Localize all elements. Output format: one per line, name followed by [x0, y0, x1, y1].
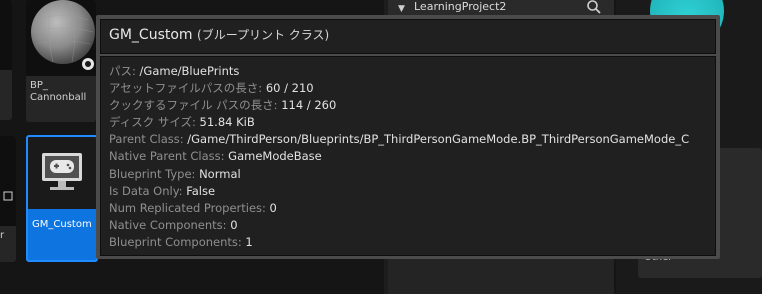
property-value: 0	[269, 200, 277, 215]
property-value: /Game/ThirdPerson/Blueprints/BP_ThirdPer…	[187, 132, 690, 147]
asset-tile-partial-2[interactable]	[0, 136, 16, 262]
asset-tile-label: BP_ Cannonball	[30, 80, 87, 103]
project-name: LearningProject2	[414, 0, 507, 13]
property-key: Parent Class:	[109, 132, 184, 147]
asset-tile-partial-label: r	[0, 230, 5, 241]
asset-tooltip: GM_Custom (ブループリント クラス) パス: /Game/BluePr…	[96, 15, 720, 259]
property-value: 1	[245, 234, 253, 249]
tooltip-row-asset-path-length: アセットファイルパスの長さ: 60 / 210	[109, 80, 689, 97]
tooltip-body: パス: /Game/BluePrints アセットファイルパスの長さ: 60 /…	[100, 56, 716, 256]
tooltip-row-blueprint-components: Blueprint Components: 1	[109, 234, 689, 251]
tooltip-row-native-components: Native Components: 0	[109, 217, 689, 234]
tooltip-row-parent-class: Parent Class: /Game/ThirdPerson/Blueprin…	[109, 131, 689, 148]
property-key: ディスク サイズ:	[109, 115, 196, 130]
tooltip-row-is-data-only: Is Data Only: False	[109, 183, 689, 200]
chevron-down-icon[interactable]: ▼	[398, 2, 405, 16]
tooltip-row-replicated-properties: Num Replicated Properties: 0	[109, 200, 689, 217]
property-value: GameModeBase	[228, 149, 322, 164]
gamemode-thumbnail-icon	[42, 153, 82, 190]
tooltip-title: GM_Custom (ブループリント クラス)	[109, 27, 329, 44]
search-icon[interactable]	[586, 0, 602, 15]
property-key: クックするファイル パスの長さ:	[109, 98, 278, 113]
property-value: 51.84 KiB	[199, 115, 255, 130]
property-key: アセットファイルパスの長さ:	[109, 81, 263, 96]
asset-tile-bp-cannonball[interactable]: BP_ Cannonball	[26, 0, 96, 122]
asset-tile-partial[interactable]	[0, 0, 12, 120]
property-key: Blueprint Type:	[109, 166, 196, 181]
property-key: Blueprint Components:	[109, 234, 242, 249]
tooltip-row-cook-path-length: クックするファイル パスの長さ: 114 / 260	[109, 97, 689, 114]
cube-icon	[3, 191, 13, 201]
tooltip-title-box: GM_Custom (ブループリント クラス)	[100, 19, 716, 54]
property-key: Is Data Only:	[109, 183, 183, 198]
property-key: Native Parent Class:	[109, 149, 225, 164]
property-value: Normal	[199, 166, 241, 181]
tooltip-row-native-parent-class: Native Parent Class: GameModeBase	[109, 148, 689, 165]
tooltip-property-list: パス: /Game/BluePrints アセットファイルパスの長さ: 60 /…	[109, 63, 689, 251]
tooltip-row-disk-size: ディスク サイズ: 51.84 KiB	[109, 114, 689, 131]
sphere-thumbnail-icon	[31, 0, 95, 70]
property-key: パス:	[109, 64, 136, 78]
property-key: Num Replicated Properties:	[109, 200, 266, 215]
property-key: Native Components:	[109, 217, 227, 232]
property-value: 114 / 260	[281, 98, 337, 113]
property-value: 60 / 210	[265, 81, 314, 96]
tooltip-row-blueprint-type: Blueprint Type: Normal	[109, 166, 689, 183]
asset-tile-label: GM_Custom	[32, 219, 92, 230]
asset-tile-gm-custom[interactable]: GM_Custom	[26, 135, 98, 262]
tooltip-asset-type: (ブループリント クラス)	[197, 28, 330, 42]
tooltip-asset-name: GM_Custom	[109, 27, 193, 43]
property-value: False	[186, 183, 216, 198]
property-value: /Game/BluePrints	[139, 64, 240, 78]
property-value: 0	[230, 217, 238, 232]
tooltip-row-path: パス: /Game/BluePrints	[109, 63, 689, 80]
